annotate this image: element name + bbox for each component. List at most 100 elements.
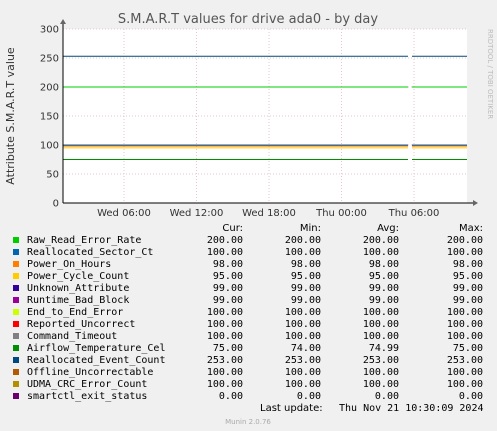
legend-series-name: Airflow_Temperature_Cel xyxy=(27,343,165,354)
legend-value: 200.00 xyxy=(363,235,399,246)
legend-value: 100.00 xyxy=(285,319,321,330)
last-update-value: Thu Nov 21 10:30:09 2024 xyxy=(339,403,484,414)
legend-value: 100.00 xyxy=(285,307,321,318)
legend-series-name: Raw_Read_Error_Rate xyxy=(27,235,141,246)
legend-value: 200.00 xyxy=(447,235,483,246)
y-tick-label: 50 xyxy=(46,170,59,181)
last-update-label: Last update: xyxy=(260,403,323,414)
legend-value: 253.00 xyxy=(447,355,483,366)
legend-swatch xyxy=(13,369,19,375)
y-tick-label: 250 xyxy=(40,54,59,65)
legend-value: 100.00 xyxy=(447,307,483,318)
y-tick-label: 100 xyxy=(40,141,59,152)
legend-value: 100.00 xyxy=(207,367,243,378)
legend-swatch xyxy=(13,285,19,291)
legend-value: 100.00 xyxy=(207,379,243,390)
legend-value: 253.00 xyxy=(285,355,321,366)
legend-value: 75.00 xyxy=(453,343,483,354)
legend-value: 0.00 xyxy=(297,391,321,402)
legend-value: 100.00 xyxy=(447,379,483,390)
x-tick-label: Thu 00:00 xyxy=(315,208,367,219)
legend-value: 99.00 xyxy=(213,295,243,306)
legend-series-name: Power_Cycle_Count xyxy=(27,271,129,282)
chart-title: S.M.A.R.T values for drive ada0 - by day xyxy=(118,12,378,27)
legend-value: 0.00 xyxy=(459,391,483,402)
legend-value: 95.00 xyxy=(213,271,243,282)
legend-value: 95.00 xyxy=(369,271,399,282)
legend-value: 100.00 xyxy=(207,331,243,342)
legend-value: 98.00 xyxy=(213,259,243,270)
legend-header: Max: xyxy=(459,223,483,234)
x-tick-label: Wed 12:00 xyxy=(170,208,224,219)
y-tick-label: 200 xyxy=(40,83,59,94)
legend-value: 100.00 xyxy=(447,367,483,378)
legend-value: 0.00 xyxy=(219,391,243,402)
chart: S.M.A.R.T values for drive ada0 - by day… xyxy=(0,0,497,431)
legend-series-name: Reallocated_Event_Count xyxy=(27,355,165,366)
legend-value: 253.00 xyxy=(363,355,399,366)
legend-value: 100.00 xyxy=(207,307,243,318)
legend-series-name: Offline_Uncorrectable xyxy=(27,367,153,378)
legend-value: 100.00 xyxy=(285,379,321,390)
legend-swatch xyxy=(13,261,19,267)
legend-value: 100.00 xyxy=(447,319,483,330)
legend-value: 99.00 xyxy=(291,283,321,294)
legend-value: 100.00 xyxy=(363,319,399,330)
legend-value: 95.00 xyxy=(453,271,483,282)
y-tick-label: 0 xyxy=(53,199,59,210)
x-tick-label: Thu 06:00 xyxy=(388,208,440,219)
legend-value: 100.00 xyxy=(363,307,399,318)
legend-value: 200.00 xyxy=(207,235,243,246)
legend-value: 99.00 xyxy=(453,295,483,306)
legend-value: 100.00 xyxy=(363,367,399,378)
legend-value: 74.00 xyxy=(291,343,321,354)
legend-series-name: smartctl_exit_status xyxy=(27,391,147,402)
legend-series-name: End_to_End_Error xyxy=(27,307,123,318)
legend-swatch xyxy=(13,381,19,387)
legend-swatch xyxy=(13,309,19,315)
x-tick-label: Wed 06:00 xyxy=(97,208,151,219)
legend-value: 99.00 xyxy=(213,283,243,294)
legend-value: 0.00 xyxy=(375,391,399,402)
y-tick-label: 300 xyxy=(40,25,59,36)
legend-swatch xyxy=(13,357,19,363)
legend-series-name: UDMA_CRC_Error_Count xyxy=(27,379,147,390)
legend-swatch xyxy=(13,273,19,279)
legend-value: 98.00 xyxy=(291,259,321,270)
legend-series-name: Runtime_Bad_Block xyxy=(27,295,129,306)
legend-swatch xyxy=(13,393,19,399)
legend-swatch xyxy=(13,321,19,327)
legend-header: Avg: xyxy=(377,223,399,234)
legend-swatch xyxy=(13,237,19,243)
legend-value: 253.00 xyxy=(207,355,243,366)
legend-swatch xyxy=(13,345,19,351)
legend-header: Cur: xyxy=(222,223,243,234)
y-tick-label: 150 xyxy=(40,112,59,123)
legend-header: Min: xyxy=(300,223,321,234)
legend-value: 200.00 xyxy=(285,235,321,246)
legend-value: 100.00 xyxy=(363,331,399,342)
legend-swatch xyxy=(13,333,19,339)
legend-value: 75.00 xyxy=(213,343,243,354)
legend-value: 74.99 xyxy=(369,343,399,354)
legend-value: 99.00 xyxy=(291,295,321,306)
legend-series-name: Power_On_Hours xyxy=(27,259,111,270)
legend-value: 98.00 xyxy=(369,259,399,270)
legend-value: 100.00 xyxy=(207,247,243,258)
legend-series-name: Unknown_Attribute xyxy=(27,283,129,294)
x-tick-label: Wed 18:00 xyxy=(242,208,296,219)
legend-swatch xyxy=(13,249,19,255)
legend-value: 100.00 xyxy=(285,247,321,258)
legend-series-name: Reported_Uncorrect xyxy=(27,319,135,330)
legend-value: 99.00 xyxy=(369,295,399,306)
legend-value: 100.00 xyxy=(285,331,321,342)
legend-series-name: Command_Timeout xyxy=(27,331,117,342)
y-axis-label: Attribute S.M.A.R.T value xyxy=(4,47,17,185)
legend-value: 99.00 xyxy=(369,283,399,294)
legend-value: 100.00 xyxy=(447,331,483,342)
legend-value: 95.00 xyxy=(291,271,321,282)
legend-value: 100.00 xyxy=(363,379,399,390)
legend-series-name: Reallocated_Sector_Ct xyxy=(27,247,153,258)
legend-value: 100.00 xyxy=(447,247,483,258)
legend-value: 100.00 xyxy=(207,319,243,330)
